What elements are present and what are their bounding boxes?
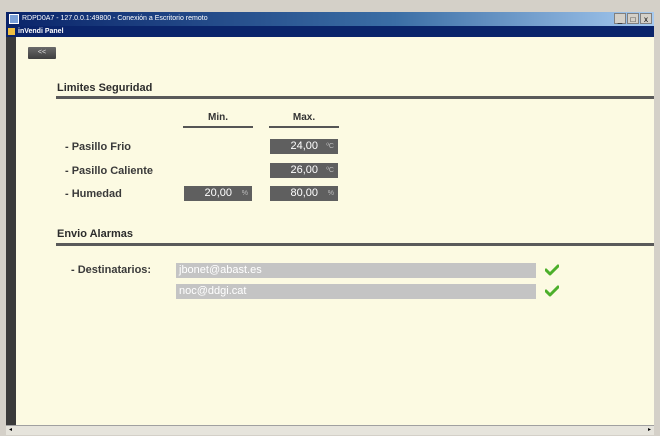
- recipient-email-field[interactable]: noc@ddgi.cat: [176, 284, 536, 299]
- max-value-text: 26,00: [290, 164, 318, 176]
- horizontal-scrollbar[interactable]: ◂ ▸: [6, 425, 654, 435]
- check-icon: [545, 285, 559, 297]
- window-title: RDPD0A7 - 127.0.0.1:49800 - Conexión a E…: [22, 15, 208, 22]
- max-unit: ºC: [326, 143, 334, 150]
- window-controls: _ □ x: [614, 13, 652, 24]
- min-value-humedad[interactable]: 20,00 %: [184, 186, 252, 201]
- minimize-button[interactable]: _: [614, 13, 626, 24]
- min-value-text: 20,00: [204, 187, 232, 199]
- row-label-pasillo-caliente: - Pasillo Caliente: [65, 165, 154, 177]
- max-value-pasillo-caliente[interactable]: 26,00 ºC: [270, 163, 338, 178]
- remote-desktop-window: RDPD0A7 - 127.0.0.1:49800 - Conexión a E…: [0, 0, 660, 436]
- row-label-humedad: - Humedad: [65, 188, 122, 200]
- check-icon: [545, 264, 559, 276]
- row-label-pasillo-frio: - Pasillo Frio: [65, 141, 132, 153]
- max-value-pasillo-frio[interactable]: 24,00 ºC: [270, 139, 338, 154]
- settings-panel: << Limites Seguridad Min. Max. - Pasillo…: [16, 37, 654, 425]
- max-unit: ºC: [326, 167, 334, 174]
- section-title-alarms: Envio Alarmas: [57, 228, 134, 240]
- max-unit: %: [327, 190, 334, 197]
- max-value-text: 24,00: [290, 140, 318, 152]
- column-header-max: Max.: [292, 112, 316, 123]
- scroll-right-icon[interactable]: ▸: [645, 426, 654, 435]
- recipient-email-field[interactable]: jbonet@abast.es: [176, 263, 536, 278]
- recipients-label: - Destinatarios:: [71, 264, 152, 276]
- close-button[interactable]: x: [640, 13, 652, 24]
- window-titlebar[interactable]: RDPD0A7 - 127.0.0.1:49800 - Conexión a E…: [6, 12, 654, 26]
- scroll-left-icon[interactable]: ◂: [6, 426, 15, 435]
- left-edge-strip: [6, 37, 16, 426]
- maximize-button[interactable]: □: [627, 13, 639, 24]
- min-unit: %: [241, 190, 248, 197]
- app-title: inVendi Panel: [18, 28, 64, 35]
- max-value-humedad[interactable]: 80,00 %: [270, 186, 338, 201]
- column-underline-min: [183, 126, 253, 128]
- app-titlebar: inVendi Panel: [6, 26, 654, 37]
- column-underline-max: [269, 126, 339, 128]
- section-rule-alarms: [56, 243, 654, 246]
- back-button[interactable]: <<: [28, 47, 56, 59]
- column-header-min: Min.: [208, 112, 228, 123]
- section-title-security: Limites Seguridad: [57, 82, 153, 94]
- max-value-text: 80,00: [290, 187, 318, 199]
- app-icon: [8, 28, 15, 35]
- section-rule-security: [56, 96, 654, 99]
- window-icon: [9, 14, 19, 24]
